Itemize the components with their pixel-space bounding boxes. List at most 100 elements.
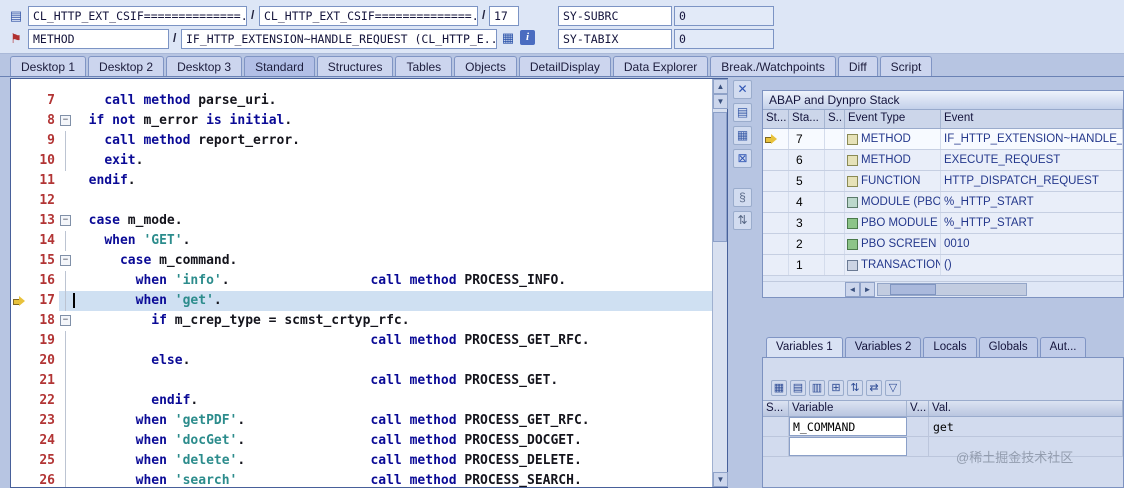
code-line[interactable]: 9 call method report_error.: [11, 131, 712, 151]
code-line[interactable]: 16 when 'info'. call method PROCESS_INFO…: [11, 271, 712, 291]
tab-script[interactable]: Script: [879, 56, 933, 76]
tab-variables-2[interactable]: Variables 2: [844, 337, 922, 357]
table-icon[interactable]: ▤: [790, 380, 806, 396]
tab-desktop-3[interactable]: Desktop 3: [166, 56, 243, 76]
stack-row[interactable]: 1 TRANSACTION(): [763, 255, 1123, 276]
code-text: when 'getPDF'. call method PROCESS_GET_R…: [135, 413, 590, 428]
copy-page-icon[interactable]: ▦: [733, 126, 752, 145]
stack-row[interactable]: 6 METHOD EXECUTE_REQUEST: [763, 150, 1123, 171]
stack-column-header-st[interactable]: St...: [763, 110, 789, 128]
tab-break-watchpoints[interactable]: Break./Watchpoints: [710, 56, 836, 76]
scroll-left-button[interactable]: ◄: [845, 282, 860, 297]
stack-level: 6: [789, 150, 825, 170]
line-number: 25: [39, 453, 55, 468]
new-page-icon[interactable]: ▤: [733, 103, 752, 122]
tab-tables[interactable]: Tables: [395, 56, 453, 76]
tab-globals[interactable]: Globals: [978, 337, 1038, 357]
transfer-icon[interactable]: ⇄: [866, 380, 882, 396]
fold-collapse-icon[interactable]: −: [60, 315, 71, 326]
variable-row[interactable]: M_COMMAND get: [763, 417, 1123, 437]
tab-variables-1[interactable]: Variables 1: [766, 337, 843, 357]
stack-column-header-s[interactable]: S..: [825, 110, 845, 128]
tab-data-explorer[interactable]: Data Explorer: [612, 56, 709, 76]
line-number-field[interactable]: 17: [489, 6, 519, 26]
sort-icon[interactable]: ⇅: [733, 211, 752, 230]
code-line[interactable]: 14 when 'GET'.: [11, 231, 712, 251]
stack-row[interactable]: 4 MODULE (PBO) %_HTTP_START: [763, 192, 1123, 213]
stack-column-header-event[interactable]: Event: [941, 110, 1123, 128]
scroll-down-button[interactable]: ▼: [713, 472, 728, 487]
variables-column-header-val[interactable]: Val.: [929, 401, 1123, 416]
info-icon[interactable]: i: [520, 30, 535, 45]
tab-locals[interactable]: Locals: [923, 337, 977, 357]
fold-collapse-icon[interactable]: −: [60, 215, 71, 226]
code-line[interactable]: 23 when 'getPDF'. call method PROCESS_GE…: [11, 411, 712, 431]
tab-diff[interactable]: Diff: [837, 56, 878, 76]
code-line[interactable]: 19 call method PROCESS_GET_RFC.: [11, 331, 712, 351]
code-line[interactable]: 11 endif.: [11, 171, 712, 191]
scroll-down-line-button[interactable]: ▼: [713, 94, 728, 109]
code-line[interactable]: 24 when 'docGet'. call method PROCESS_DO…: [11, 431, 712, 451]
table-grid-icon[interactable]: ▦: [500, 30, 516, 46]
editor-vscrollbar[interactable]: ▲ ▼ ▼: [712, 79, 728, 487]
event-type-field[interactable]: METHOD: [28, 29, 169, 49]
stack-row[interactable]: 7 METHODIF_HTTP_EXTENSION~HANDLE_REQUEST: [763, 129, 1123, 150]
sort-swap-icon[interactable]: ⇅: [847, 380, 863, 396]
scroll-up-button[interactable]: ▲: [713, 79, 728, 94]
variables-column-header-s[interactable]: S...: [763, 401, 789, 416]
filter-icon[interactable]: ▽: [885, 380, 901, 396]
code-line[interactable]: 10 exit.: [11, 151, 712, 171]
select-block-icon[interactable]: ⊠: [733, 149, 752, 168]
code-text: call method report_error.: [104, 133, 300, 148]
code-line[interactable]: 18− if m_crep_type = scmst_crtyp_rfc.: [11, 311, 712, 331]
code-line[interactable]: 25 when 'delete'. call method PROCESS_DE…: [11, 451, 712, 471]
variable-name-input[interactable]: M_COMMAND: [789, 417, 907, 436]
code-line[interactable]: 26 when 'search' call method PROCESS_SEA…: [11, 471, 712, 487]
code-line[interactable]: 15− case m_command.: [11, 251, 712, 271]
sy-subrc-label-field[interactable]: SY-SUBRC: [558, 6, 672, 26]
fold-collapse-icon[interactable]: −: [60, 115, 71, 126]
hscroll-track[interactable]: [877, 283, 1027, 296]
tab-standard[interactable]: Standard: [244, 56, 315, 76]
tab-aut[interactable]: Aut...: [1039, 337, 1087, 357]
table-insert-icon[interactable]: ⊞: [828, 380, 844, 396]
close-icon[interactable]: ✕: [733, 80, 752, 99]
tab-desktop-2[interactable]: Desktop 2: [88, 56, 165, 76]
stack-column-header-sta[interactable]: Sta...: [789, 110, 825, 128]
hscroll-thumb[interactable]: [890, 284, 936, 295]
stack-hscrollbar[interactable]: ◄ ►: [763, 281, 1123, 297]
tab-detaildisplay[interactable]: DetailDisplay: [518, 56, 611, 76]
stack-row[interactable]: 2 PBO SCREEN 0010: [763, 234, 1123, 255]
code-line[interactable]: 12: [11, 191, 712, 211]
tab-objects[interactable]: Objects: [454, 56, 517, 76]
source-icon: ▤: [9, 8, 23, 23]
code-line[interactable]: 17 when 'get'.: [11, 291, 712, 311]
event-field[interactable]: IF_HTTP_EXTENSION~HANDLE_REQUEST (CL_HTT…: [181, 29, 497, 49]
tab-structures[interactable]: Structures: [316, 56, 394, 76]
main-program-field[interactable]: CL_HTTP_EXT_CSIF==============...: [28, 6, 247, 26]
variable-name-input[interactable]: [789, 437, 907, 456]
code-editor[interactable]: 7 call method parse_uri. 8− if not m_erro…: [10, 78, 728, 488]
stack-column-header-event-type[interactable]: Event Type: [845, 110, 941, 128]
stack-row[interactable]: 5 FUNCTION HTTP_DISPATCH_REQUEST: [763, 171, 1123, 192]
stack-row[interactable]: 3 PBO MODULE %_HTTP_START: [763, 213, 1123, 234]
table-display-icon[interactable]: ▥: [809, 380, 825, 396]
code-line[interactable]: 13− case m_mode.: [11, 211, 712, 231]
fold-collapse-icon[interactable]: −: [60, 255, 71, 266]
scroll-right-button[interactable]: ►: [860, 282, 875, 297]
editor-toolbar: ✕ ▤ ▦ ⊠ § ⇅: [733, 80, 755, 230]
trash-icon[interactable]: ▦: [771, 380, 787, 396]
variables-column-header-variable[interactable]: Variable: [789, 401, 907, 416]
sy-tabix-label-field[interactable]: SY-TABIX: [558, 29, 672, 49]
vscroll-thumb[interactable]: [713, 112, 727, 242]
code-line[interactable]: 22 endif.: [11, 391, 712, 411]
link-icon[interactable]: §: [733, 188, 752, 207]
code-line[interactable]: 7 call method parse_uri.: [11, 91, 712, 111]
code-line[interactable]: 21 call method PROCESS_GET.: [11, 371, 712, 391]
variables-column-header-v[interactable]: V...: [907, 401, 929, 416]
include-field[interactable]: CL_HTTP_EXT_CSIF==============...: [259, 6, 478, 26]
tab-desktop-1[interactable]: Desktop 1: [10, 56, 87, 76]
code-text: exit.: [104, 153, 144, 168]
code-line[interactable]: 8− if not m_error is initial.: [11, 111, 712, 131]
code-line[interactable]: 20 else.: [11, 351, 712, 371]
